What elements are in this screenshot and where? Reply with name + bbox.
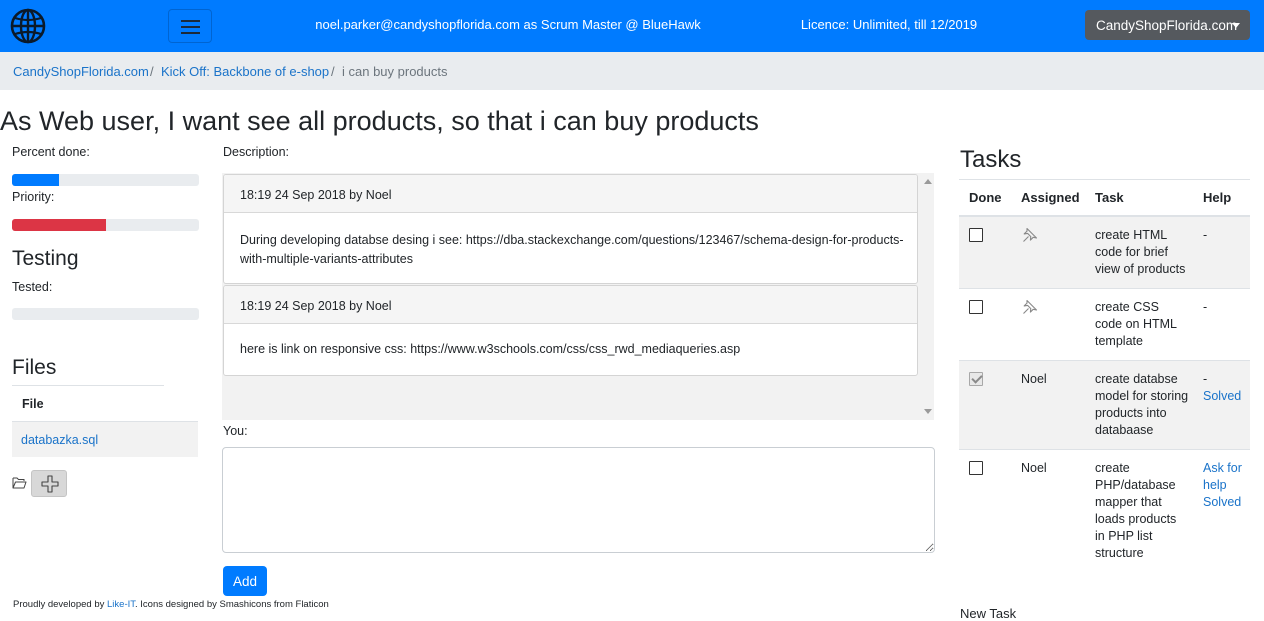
files-heading: Files [12,356,57,379]
task-assigned-cell [1011,215,1085,288]
task-done-cell [959,215,1011,288]
task-done-cell [959,287,1011,360]
globe-logo-icon[interactable] [10,8,46,44]
breadcrumb-separator: / [331,64,335,79]
breadcrumb-link-sprint[interactable]: Kick Off: Backbone of e-shop [161,64,329,79]
footer-link[interactable]: Like-IT [107,599,135,610]
priority-label: Priority: [12,190,55,204]
comment-body: here is link on responsive css: https://… [240,342,741,356]
column-header-assigned: Assigned [1011,179,1085,217]
tasks-table: Done Assigned Task Help create HTML code… [959,179,1250,572]
column-header-help: Help [1193,179,1250,217]
task-row: create CSS code on HTML template - [959,287,1250,360]
file-link[interactable]: databazka.sql [21,433,98,447]
task-help: - [1203,371,1208,386]
add-file-button[interactable] [31,470,67,497]
tasks-header-row: Done Assigned Task Help [959,179,1250,217]
breadcrumb: CandyShopFlorida.com / Kick Off: Backbon… [0,52,1264,90]
breadcrumb-current: i can buy products [342,64,448,79]
folder-open-icon[interactable] [12,476,27,490]
caret-down-icon [1232,23,1240,28]
priority-progress-fill [12,219,106,231]
user-role-info: noel.parker@candyshopflorida.com as Scru… [315,17,701,32]
company-dropdown-button[interactable]: CandyShopFlorida.com [1085,10,1250,40]
solved-link[interactable]: Solved [1203,494,1246,511]
task-description: create CSS code on HTML template [1085,287,1193,360]
file-row: databazka.sql [12,421,198,457]
comment-header: 18:19 24 Sep 2018 by Noel [224,175,917,213]
tasks-heading: Tasks [960,146,1022,173]
licence-info: Licence: Unlimited, till 12/2019 [800,17,978,32]
task-description: create databse model for storing product… [1085,359,1193,449]
solved-link[interactable]: Solved [1203,389,1241,403]
task-assigned-cell [1011,287,1085,360]
task-done-checkbox[interactable] [969,299,983,314]
column-header-done: Done [959,179,1011,217]
task-assigned: Noel [1011,448,1085,572]
comment-card: 18:19 24 Sep 2018 by Noel During develop… [223,174,918,284]
footer-prefix: Proudly developed by [13,599,105,610]
hamburger-icon-line [181,32,200,34]
company-dropdown-label: CandyShopFlorida.com [1096,17,1238,33]
new-task-label: New Task [960,606,1017,621]
tested-progress [12,308,199,320]
description-label: Description: [223,145,289,159]
pin-icon[interactable] [1022,227,1038,243]
comment-header: 18:19 24 Sep 2018 by Noel [224,286,917,324]
percent-done-label: Percent done: [12,145,90,159]
tested-label: Tested: [12,280,53,294]
hamburger-icon-line [181,26,200,28]
task-done-cell [959,359,1011,449]
hamburger-icon [181,20,200,22]
percent-done-progress [12,174,199,186]
comment-card: 18:19 24 Sep 2018 by Noel here is link o… [223,285,918,376]
task-help-cell: Ask for help Solved [1193,448,1250,572]
task-help: - [1193,215,1250,288]
task-assigned: Noel [1011,359,1085,449]
percent-done-progress-fill [12,174,59,186]
description-comments-panel[interactable]: 18:19 24 Sep 2018 by Noel During develop… [222,173,934,420]
breadcrumb-link-company[interactable]: CandyShopFlorida.com [13,64,149,79]
new-comment-textarea[interactable] [222,447,935,553]
task-done-checkbox[interactable] [969,227,983,242]
add-comment-button[interactable]: Add [223,566,267,596]
task-help-cell: - Solved [1193,359,1250,449]
pin-icon[interactable] [1022,299,1038,315]
plus-icon [41,475,59,493]
files-column-header: File [22,397,44,411]
task-row: Noel create databse model for storing pr… [959,359,1250,449]
task-description: create PHP/database mapper that loads pr… [1085,448,1193,572]
priority-progress [12,219,199,231]
ask-for-help-link[interactable]: Ask for help [1203,460,1246,494]
breadcrumb-separator: / [150,64,154,79]
scroll-down-arrow-icon[interactable] [924,409,932,414]
task-row: create HTML code for brief view of produ… [959,215,1250,288]
menu-toggle-button[interactable] [168,9,212,43]
footer-credits: Proudly developed by Like-IT. Icons desi… [13,599,329,610]
task-help: - [1193,287,1250,360]
comment-body: During developing databse desing i see: … [240,233,904,266]
task-done-checkbox[interactable] [969,460,983,475]
scroll-up-arrow-icon[interactable] [924,179,932,184]
new-comment-label: You: [223,424,248,438]
footer-suffix: . Icons designed by Smashicons from Flat… [135,599,329,610]
files-divider [12,385,164,386]
page-title: As Web user, I want see all products, so… [0,106,759,136]
task-row: Noel create PHP/database mapper that loa… [959,448,1250,572]
testing-heading: Testing [12,247,79,270]
top-navbar: noel.parker@candyshopflorida.com as Scru… [0,0,1264,52]
task-done-cell [959,448,1011,572]
task-description: create HTML code for brief view of produ… [1085,215,1193,288]
task-done-checkbox[interactable] [969,371,983,386]
column-header-task: Task [1085,179,1193,217]
